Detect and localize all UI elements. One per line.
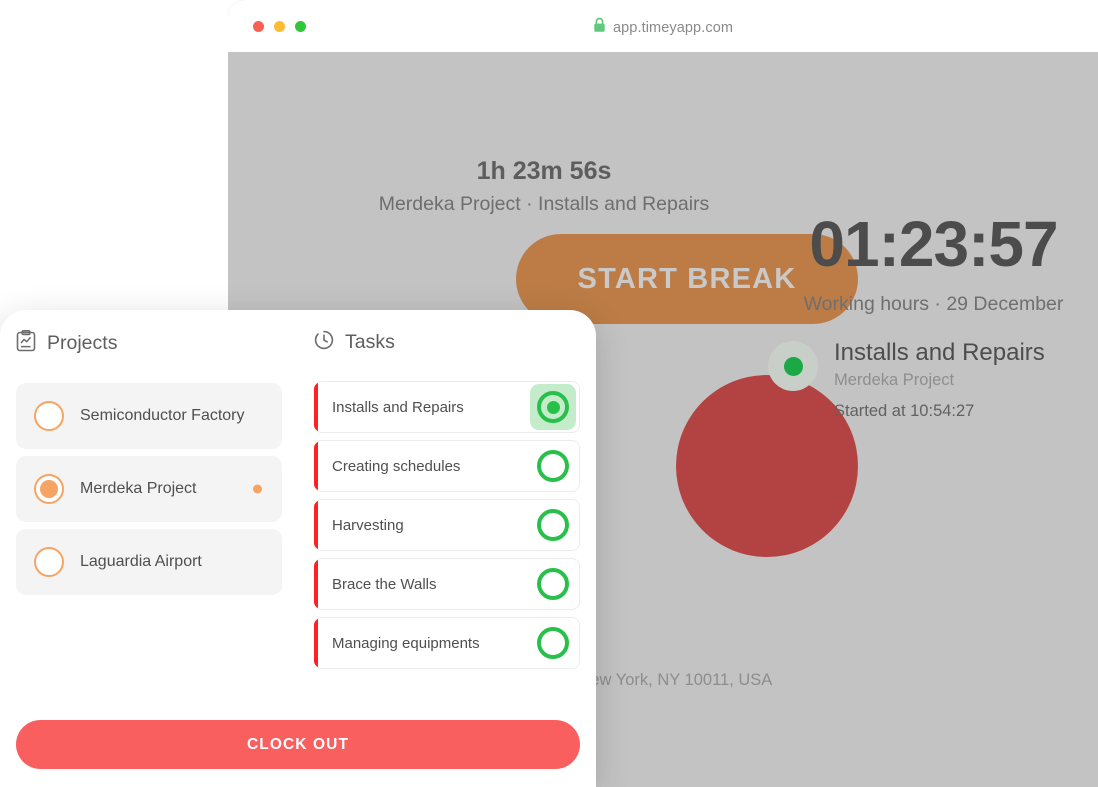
project-radio[interactable]	[34, 401, 64, 431]
project-label: Laguardia Airport	[80, 553, 202, 570]
task-accent-bar	[314, 500, 318, 550]
task-accent-bar	[314, 559, 318, 609]
tasks-header: Tasks	[298, 310, 596, 355]
project-label: Merdeka Project	[80, 480, 197, 497]
task-toggle-button[interactable]	[530, 384, 576, 430]
browser-titlebar: app.timeyapp.com	[228, 0, 1098, 52]
task-toggle-button[interactable]	[530, 502, 576, 548]
project-active-badge	[253, 484, 262, 494]
projects-column: Projects Semiconductor Factory Merdeka P…	[0, 310, 298, 787]
task-accent-bar	[314, 382, 318, 432]
working-hours-subtitle: Working hours · 29 December	[803, 293, 1064, 315]
project-label: Semiconductor Factory	[80, 407, 245, 424]
task-row[interactable]: Harvesting	[314, 499, 580, 551]
task-label: Installs and Repairs	[332, 398, 464, 416]
url-text: app.timeyapp.com	[612, 19, 734, 36]
running-status-icon	[768, 341, 818, 391]
task-toggle-button[interactable]	[530, 561, 576, 607]
task-label: Harvesting	[332, 516, 404, 534]
current-task-name: Installs and Repairs	[834, 339, 1045, 366]
clock-out-button[interactable]: CLOCK OUT	[16, 720, 580, 769]
lock-icon	[593, 17, 606, 38]
elapsed-time: 1h 23m 56s	[476, 157, 612, 185]
task-accent-bar	[314, 441, 318, 491]
task-accent-bar	[314, 618, 318, 668]
task-label: Managing equipments	[332, 634, 480, 652]
working-hours-timer: 01:23:57	[809, 208, 1058, 280]
projects-header: Projects	[0, 310, 298, 357]
project-row[interactable]: Merdeka Project	[16, 456, 282, 522]
task-row[interactable]: Creating schedules	[314, 440, 580, 492]
task-row[interactable]: Brace the Walls	[314, 558, 580, 610]
tasks-list: Installs and Repairs Creating schedules …	[298, 381, 596, 669]
current-task-project: Merdeka Project	[834, 370, 955, 389]
clock-icon	[314, 330, 334, 355]
task-label: Brace the Walls	[332, 575, 437, 593]
task-toggle-button[interactable]	[530, 443, 576, 489]
current-task-block: Installs and Repairs Merdeka Project Sta…	[768, 337, 1098, 421]
working-hours-panel: 01:23:57 Working hours · 29 December	[769, 212, 1098, 316]
tasks-column: Tasks Installs and Repairs Creating sche…	[298, 310, 596, 787]
projects-list: Semiconductor Factory Merdeka Project La…	[0, 383, 298, 595]
clipboard-chart-icon	[16, 330, 36, 357]
tasks-title: Tasks	[345, 331, 395, 353]
projects-title: Projects	[47, 332, 118, 354]
app-overlay-panel: Projects Semiconductor Factory Merdeka P…	[0, 310, 596, 787]
task-label: Creating schedules	[332, 457, 461, 475]
screenshot-root: app.timeyapp.com 1h 23m 56s Merdeka Proj…	[0, 0, 1098, 787]
task-row[interactable]: Installs and Repairs	[314, 381, 580, 433]
current-task-started-at: Started at 10:54:27	[834, 401, 975, 420]
task-row[interactable]: Managing equipments	[314, 617, 580, 669]
address-bar[interactable]: app.timeyapp.com	[228, 17, 1098, 38]
project-row[interactable]: Laguardia Airport	[16, 529, 282, 595]
project-radio[interactable]	[34, 547, 64, 577]
project-row[interactable]: Semiconductor Factory	[16, 383, 282, 449]
elapsed-context: Merdeka Project · Installs and Repairs	[378, 193, 710, 215]
current-task-texts: Installs and Repairs Merdeka Project Sta…	[834, 337, 1045, 421]
project-radio[interactable]	[34, 474, 64, 504]
task-toggle-button[interactable]	[530, 620, 576, 666]
